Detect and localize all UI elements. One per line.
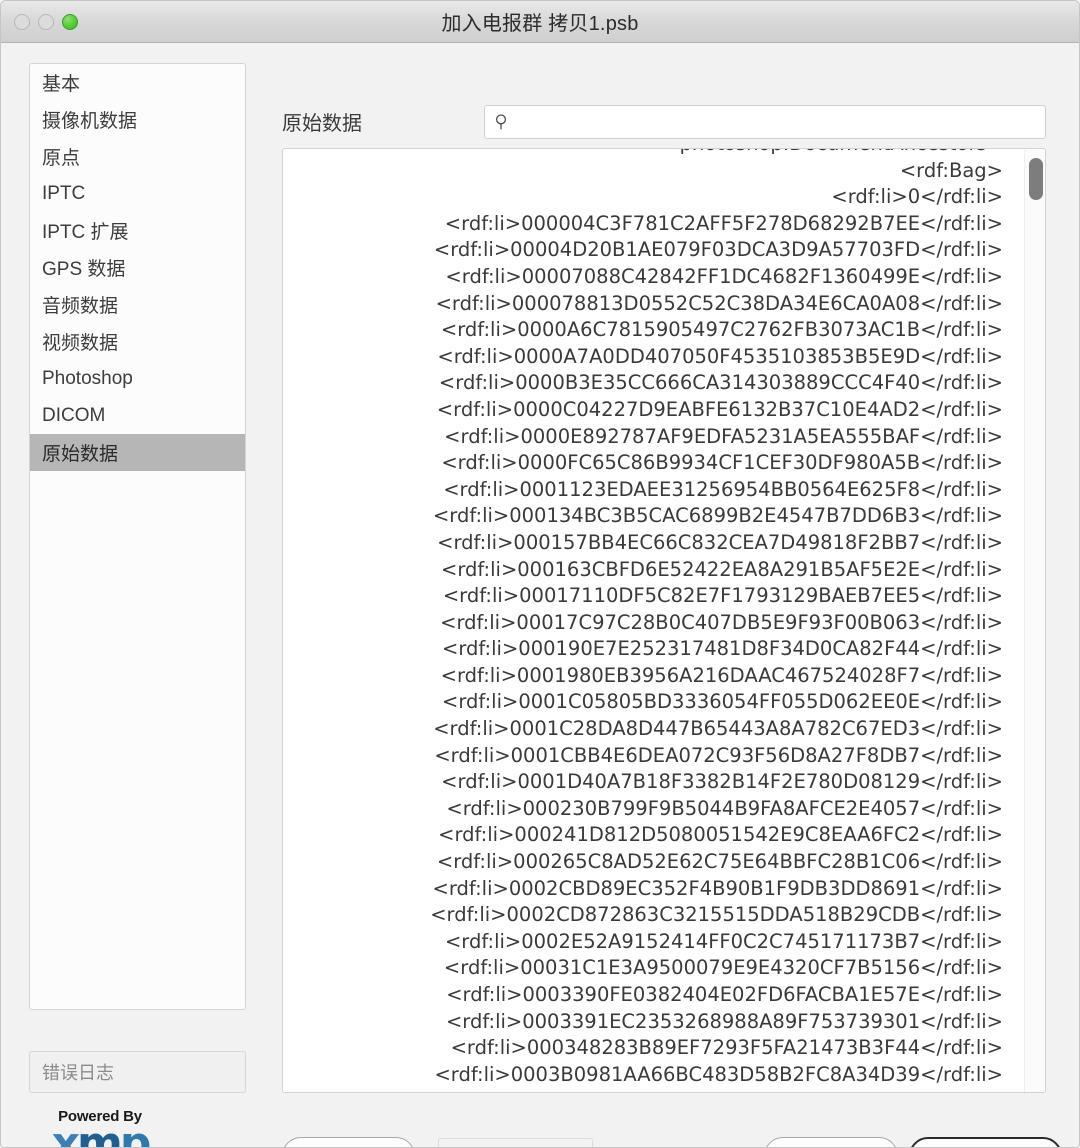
sidebar-item-label: 原点 xyxy=(42,148,81,169)
raw-data-text: <photoshop:DocumentAncestors> <rdf:Bag> … xyxy=(430,149,1003,1092)
sidebar-item-label: Photoshop xyxy=(42,367,133,389)
xmp-logo: Powered By xmp xyxy=(25,1108,175,1148)
close-button-icon[interactable] xyxy=(14,13,30,30)
scrollbar-thumb[interactable] xyxy=(1029,158,1043,200)
xmp-wordmark: xmp xyxy=(25,1122,175,1148)
sidebar-item-9[interactable]: DICOM xyxy=(30,397,245,434)
cancel-button[interactable]: 取消 xyxy=(764,1137,898,1148)
sidebar-item-label: 视频数据 xyxy=(42,333,119,354)
ok-button[interactable]: 确定 xyxy=(909,1137,1062,1148)
sidebar-item-3[interactable]: IPTC xyxy=(30,175,245,212)
template-folder-dropdown[interactable]: 模板文件夹 ⌄ xyxy=(438,1138,593,1148)
sidebar-item-2[interactable]: 原点 xyxy=(30,138,245,175)
sidebar-item-label: IPTC xyxy=(42,182,86,204)
traffic-light-group xyxy=(14,13,78,30)
sidebar-item-label: 摄像机数据 xyxy=(42,111,138,132)
preferences-label: 首选项 xyxy=(320,1143,377,1148)
template-folder-label: 模板文件夹 xyxy=(449,1143,544,1148)
raw-data-textarea[interactable]: <photoshop:DocumentAncestors> <rdf:Bag> … xyxy=(282,148,1046,1093)
sidebar-item-10[interactable]: 原始数据 xyxy=(30,434,245,471)
xmp-letter-p: p xyxy=(119,1118,151,1148)
error-log-panel[interactable]: 错误日志 xyxy=(29,1051,246,1093)
xmp-letter-m: m xyxy=(77,1118,123,1148)
sidebar-item-6[interactable]: 音频数据 xyxy=(30,286,245,323)
sidebar-item-8[interactable]: Photoshop xyxy=(30,360,245,397)
metadata-dialog-window: 加入电报群 拷贝1.psb 基本摄像机数据原点 IPTC IPTC 扩展 GPS 数据… xyxy=(0,0,1080,1148)
cancel-label: 取消 xyxy=(812,1143,850,1148)
sidebar-item-label: IPTC 扩展 xyxy=(42,222,129,243)
minimize-button-icon[interactable] xyxy=(38,13,54,30)
sidebar-item-label: DICOM xyxy=(42,404,106,426)
xmp-letter-x: x xyxy=(51,1118,80,1148)
pane-title: 原始数据 xyxy=(282,113,362,135)
search-icon xyxy=(494,113,512,131)
category-sidebar[interactable]: 基本摄像机数据原点 IPTC IPTC 扩展 GPS 数据 音频数据视频数据 Photos… xyxy=(29,63,246,1010)
error-log-label: 错误日志 xyxy=(42,1063,114,1083)
preferences-button[interactable]: 首选项 xyxy=(282,1137,415,1148)
sidebar-item-7[interactable]: 视频数据 xyxy=(30,323,245,360)
sidebar-item-label: 音频数据 xyxy=(42,296,119,317)
sidebar-item-label: 原始数据 xyxy=(42,444,119,465)
sidebar-item-1[interactable]: 摄像机数据 xyxy=(30,101,245,138)
search-input[interactable] xyxy=(518,113,1018,131)
ok-label: 确定 xyxy=(966,1143,1004,1148)
search-field[interactable] xyxy=(484,105,1046,139)
sidebar-item-5[interactable]: GPS 数据 xyxy=(30,249,245,286)
window-title: 加入电报群 拷贝1.psb xyxy=(441,13,639,35)
sidebar-item-label: GPS 数据 xyxy=(42,259,126,280)
raw-data-scrollbar[interactable] xyxy=(1024,150,1044,1092)
sidebar-item-4[interactable]: IPTC 扩展 xyxy=(30,212,245,249)
zoom-button-icon[interactable] xyxy=(62,13,78,30)
sidebar-item-0[interactable]: 基本 xyxy=(30,64,245,101)
sidebar-item-label: 基本 xyxy=(42,74,81,95)
title-bar: 加入电报群 拷贝1.psb xyxy=(1,1,1079,43)
dialog-body: 基本摄像机数据原点 IPTC IPTC 扩展 GPS 数据 音频数据视频数据 Photos… xyxy=(1,43,1079,1148)
